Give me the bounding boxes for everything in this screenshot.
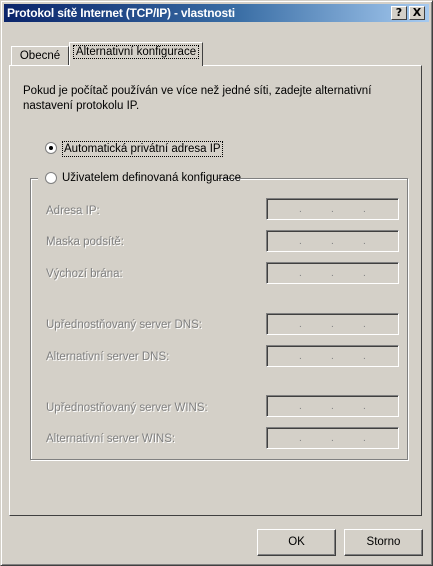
- radio-automatic-label[interactable]: Automatická privátní adresa IP: [62, 141, 223, 157]
- description-text: Pokud je počítač používán ve více než je…: [23, 85, 372, 112]
- title-bar[interactable]: Protokol sítě Internet (TCP/IP) - vlastn…: [4, 4, 429, 22]
- alternate-wins-label: Alternativní server WINS:: [46, 433, 176, 445]
- subnet-mask-field[interactable]: ...: [266, 230, 399, 252]
- close-button[interactable]: X: [409, 6, 425, 20]
- window-title: Protokol sítě Internet (TCP/IP) - vlastn…: [7, 6, 235, 20]
- tab-alternative-config[interactable]: Alternativní konfigurace: [69, 42, 203, 66]
- ip-address-label: Adresa IP:: [46, 205, 100, 217]
- help-button[interactable]: ?: [391, 6, 407, 20]
- preferred-wins-label: Upřednostňovaný server WINS:: [46, 402, 208, 414]
- ip-address-field[interactable]: ...: [266, 198, 399, 220]
- tab-general[interactable]: Obecné: [11, 46, 69, 65]
- radio-automatic[interactable]: [45, 142, 57, 154]
- radio-user-defined[interactable]: [45, 172, 57, 184]
- alternate-wins-field[interactable]: ...: [266, 427, 399, 449]
- subnet-mask-label: Maska podsítě:: [46, 236, 124, 248]
- radio-user-defined-label[interactable]: Uživatelem definovaná konfigurace: [62, 171, 241, 185]
- preferred-dns-label: Upřednostňovaný server DNS:: [46, 319, 202, 331]
- default-gateway-label: Výchozí brána:: [46, 268, 123, 280]
- cancel-button[interactable]: Storno: [344, 529, 423, 556]
- tab-alternative-label: Alternativní konfigurace: [72, 45, 200, 59]
- ok-button[interactable]: OK: [257, 529, 336, 556]
- default-gateway-field[interactable]: ...: [266, 262, 399, 284]
- preferred-dns-field[interactable]: ...: [266, 313, 399, 335]
- alternate-dns-field[interactable]: ...: [266, 345, 399, 367]
- preferred-wins-field[interactable]: ...: [266, 395, 399, 417]
- alternate-dns-label: Alternativní server DNS:: [46, 351, 170, 363]
